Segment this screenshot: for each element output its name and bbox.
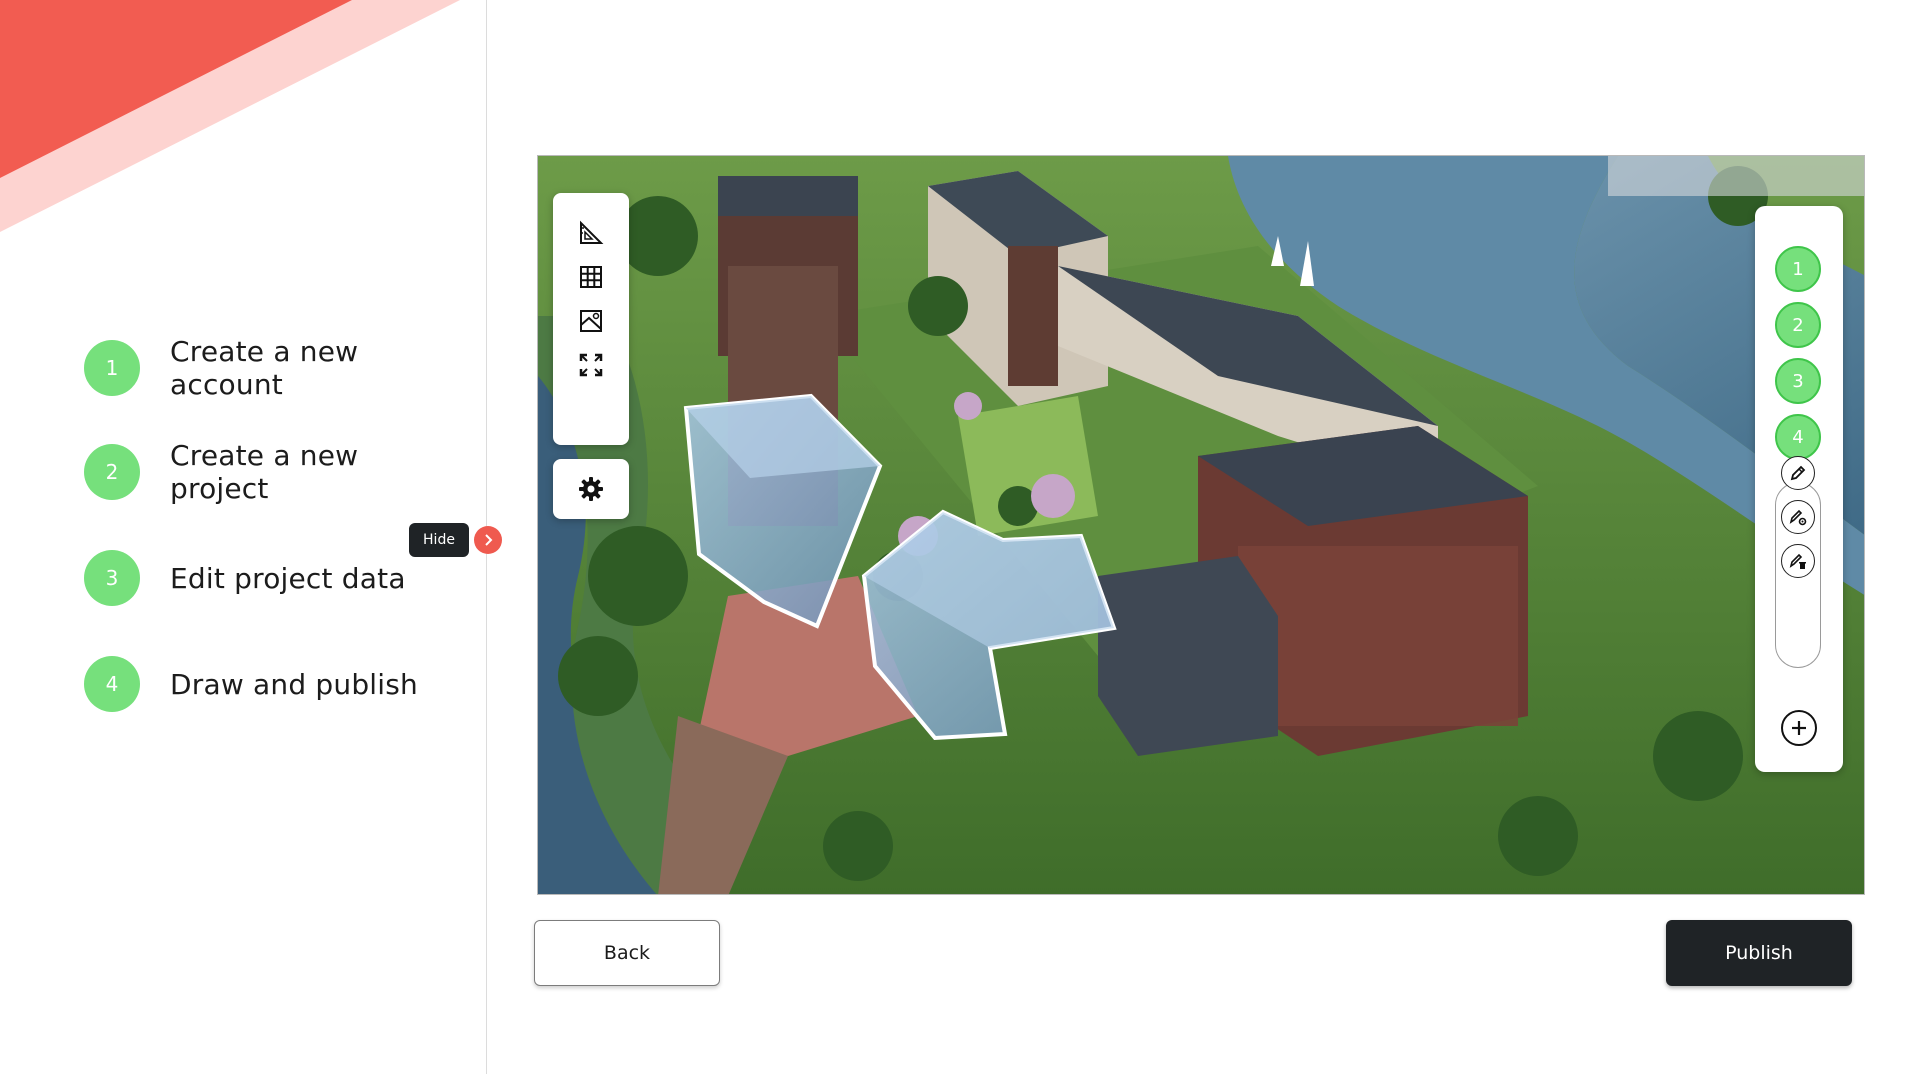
step-item-4[interactable]: 4 Draw and publish (84, 654, 464, 714)
step-number-badge: 4 (84, 656, 140, 712)
layer-panel: 1 2 3 4 (1755, 206, 1843, 772)
pencil-settings-icon (1789, 509, 1807, 526)
layer-button-2[interactable]: 2 (1775, 302, 1821, 348)
edit-layer-button[interactable] (1781, 456, 1815, 490)
pencil-delete-icon (1789, 553, 1806, 569)
tool-panel (553, 193, 629, 445)
delete-layer-button[interactable] (1781, 544, 1815, 578)
step-number-badge: 1 (84, 340, 140, 396)
step-number-badge: 3 (84, 550, 140, 606)
corner-decoration (0, 0, 460, 232)
page: 1 Create a new account 2 Create a new pr… (0, 0, 1920, 1074)
sidebar: 1 Create a new account 2 Create a new pr… (0, 0, 487, 1074)
plus-circle-icon (1792, 721, 1806, 735)
step-item-1[interactable]: 1 Create a new account (84, 335, 464, 401)
step-label: Create a new account (170, 335, 359, 401)
grid-tool-button[interactable] (569, 255, 613, 299)
layer-button-3[interactable]: 3 (1775, 358, 1821, 404)
step-item-2[interactable]: 2 Create a new project (84, 439, 464, 505)
pencil-icon (1790, 465, 1806, 481)
layer-button-4[interactable]: 4 (1775, 414, 1821, 460)
aerial-render-image (538, 156, 1864, 894)
grid-icon (580, 266, 602, 288)
step-label: Create a new project (170, 439, 359, 505)
hide-tooltip: Hide (409, 523, 469, 557)
layer-settings-button[interactable] (1781, 500, 1815, 534)
map-layer-tool-button[interactable] (569, 299, 613, 343)
step-label: Edit project data (170, 561, 406, 595)
settings-button[interactable] (553, 459, 629, 519)
gear-icon (579, 477, 603, 501)
step-number-badge: 2 (84, 444, 140, 500)
add-layer-button[interactable] (1781, 710, 1817, 746)
measure-tool-button[interactable] (569, 211, 613, 255)
layer-button-1[interactable]: 1 (1775, 246, 1821, 292)
map-viewer[interactable]: 1 2 3 4 (537, 155, 1865, 895)
ruler-triangle-icon (580, 220, 604, 244)
back-button[interactable]: Back (534, 920, 720, 986)
chevron-right-icon (485, 534, 493, 546)
fullscreen-icon (579, 353, 603, 377)
sidebar-toggle-button[interactable] (474, 526, 502, 554)
step-item-3[interactable]: 3 Edit project data (84, 548, 464, 608)
map-image-icon (580, 310, 602, 332)
fullscreen-tool-button[interactable] (569, 343, 613, 387)
step-label: Draw and publish (170, 667, 418, 701)
publish-button[interactable]: Publish (1666, 920, 1852, 986)
